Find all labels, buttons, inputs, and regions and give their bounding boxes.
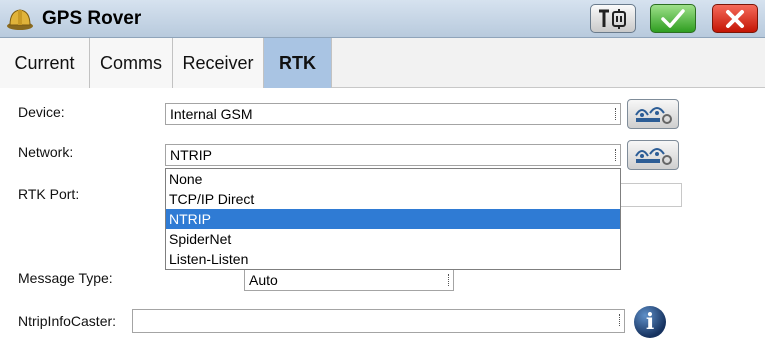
message-type-label: Message Type: bbox=[18, 270, 113, 286]
device-config-button[interactable] bbox=[627, 99, 679, 129]
dropdown-option-tcpip-direct[interactable]: TCP/IP Direct bbox=[166, 189, 620, 209]
ntrip-info-caster-label: NtripInfoCaster: bbox=[18, 313, 117, 329]
antenna-tool-button[interactable] bbox=[590, 4, 636, 33]
network-dropdown-list: None TCP/IP Direct NTRIP SpiderNet Liste… bbox=[165, 168, 621, 270]
network-value: NTRIP bbox=[170, 147, 212, 163]
dropdown-arrow-icon bbox=[619, 314, 621, 326]
satellite-config-icon bbox=[635, 148, 672, 165]
network-config-button[interactable] bbox=[627, 140, 679, 170]
title-bar: GPS Rover bbox=[0, 0, 765, 38]
window-title: GPS Rover bbox=[42, 8, 142, 29]
dropdown-option-none[interactable]: None bbox=[166, 169, 620, 189]
tab-receiver[interactable]: Receiver bbox=[173, 38, 264, 88]
dropdown-option-ntrip[interactable]: NTRIP bbox=[166, 209, 620, 229]
rtk-port-label: RTK Port: bbox=[18, 186, 80, 202]
tab-current[interactable]: Current bbox=[0, 38, 90, 88]
tab-rtk[interactable]: RTK bbox=[264, 38, 332, 88]
dropdown-arrow-icon bbox=[448, 274, 450, 286]
info-icon: i bbox=[645, 309, 655, 335]
rtk-port-select[interactable] bbox=[620, 183, 682, 207]
close-x-icon bbox=[726, 9, 744, 28]
dropdown-option-listen-listen[interactable]: Listen-Listen bbox=[166, 249, 620, 269]
device-label: Device: bbox=[18, 104, 65, 120]
tab-bar: Current Comms Receiver RTK bbox=[0, 38, 765, 88]
dropdown-arrow-icon bbox=[615, 149, 617, 161]
ntrip-info-caster-select[interactable] bbox=[132, 309, 625, 333]
dropdown-option-spidernet[interactable]: SpiderNet bbox=[166, 229, 620, 249]
network-label: Network: bbox=[18, 144, 74, 160]
checkmark-icon bbox=[661, 8, 685, 28]
tab-comms[interactable]: Comms bbox=[90, 38, 173, 88]
cancel-button[interactable] bbox=[712, 4, 758, 33]
ok-button[interactable] bbox=[650, 4, 696, 33]
antenna-plug-icon bbox=[599, 8, 626, 29]
message-type-value: Auto bbox=[249, 272, 278, 288]
satellite-config-icon bbox=[635, 107, 672, 124]
dropdown-arrow-icon bbox=[615, 108, 617, 120]
device-value: Internal GSM bbox=[170, 106, 253, 122]
hard-hat-icon bbox=[7, 9, 33, 30]
info-button[interactable]: i bbox=[634, 306, 666, 338]
device-select[interactable]: Internal GSM bbox=[165, 103, 621, 125]
network-select[interactable]: NTRIP bbox=[165, 144, 621, 166]
message-type-select[interactable]: Auto bbox=[244, 269, 454, 291]
